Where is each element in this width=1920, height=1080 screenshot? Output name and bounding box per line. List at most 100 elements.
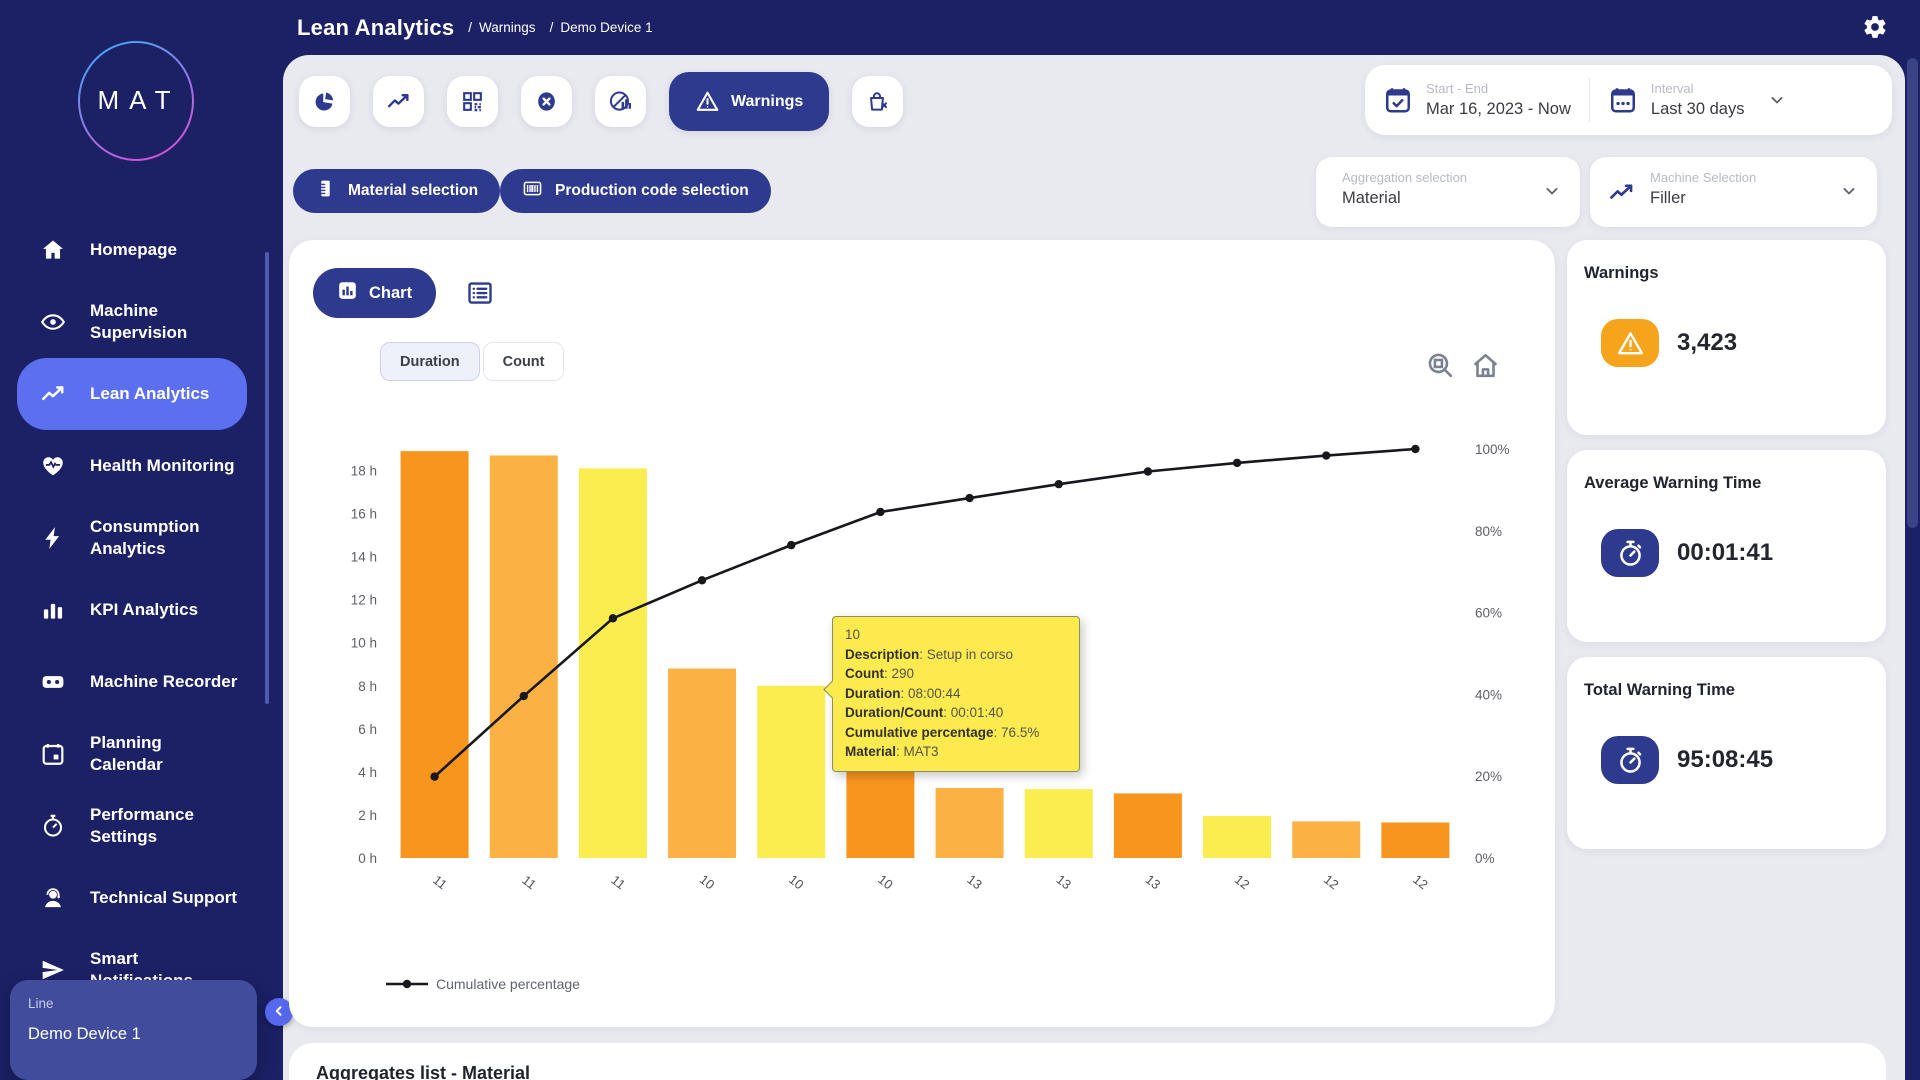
x-axis-label: 11 [430, 872, 450, 892]
cancel-button[interactable] [521, 76, 572, 127]
sidebar-item-kpi-analytics[interactable]: KPI Analytics [17, 574, 247, 646]
right-axis-tick: 40% [1475, 687, 1502, 702]
sidebar-item-lean-analytics[interactable]: Lean Analytics [17, 358, 247, 430]
stat-title: Warnings [1584, 264, 1866, 283]
cumulative-point[interactable] [1411, 445, 1419, 453]
left-axis-tick: 10 h [351, 636, 377, 651]
scrollbar-thumb[interactable] [1907, 58, 1918, 528]
tooltip-row: Count: 290 [845, 664, 1067, 684]
eye-icon [40, 309, 66, 335]
cumulative-point[interactable] [1144, 467, 1152, 475]
calendar-check-icon [1383, 85, 1413, 115]
app-root: Lean Analytics /Warnings /Demo Device 1 … [0, 0, 1920, 1080]
sidebar-item-label: Planning Calendar [90, 732, 163, 776]
left-axis-tick: 8 h [358, 679, 377, 694]
material-selection-button[interactable]: Material selection [293, 169, 500, 213]
no-data-button[interactable] [595, 76, 646, 127]
sidebar-item-machine-supervision[interactable]: Machine Supervision [17, 286, 247, 358]
sidebar-item-technical-support[interactable]: Technical Support [17, 862, 247, 934]
left-axis-tick: 0 h [358, 851, 377, 866]
sidebar-item-label: Health Monitoring [90, 455, 234, 477]
pareto-bar[interactable] [401, 451, 469, 858]
pareto-bar[interactable] [490, 455, 558, 858]
toggle-duration[interactable]: Duration [380, 342, 480, 381]
left-axis-tick: 18 h [351, 464, 377, 479]
sidebar-item-health-monitoring[interactable]: Health Monitoring [17, 430, 247, 502]
cumulative-point[interactable] [698, 576, 706, 584]
qr-code-button[interactable] [447, 76, 498, 127]
sidebar-item-performance-settings[interactable]: Performance Settings [17, 790, 247, 862]
pareto-bar[interactable] [1025, 789, 1093, 858]
cumulative-point[interactable] [430, 772, 438, 780]
stat-card-warnings: Warnings3,423 [1567, 240, 1886, 435]
pie-chart-button[interactable] [299, 76, 350, 127]
pareto-bar[interactable] [936, 788, 1004, 858]
toggle-count[interactable]: Count [483, 342, 565, 381]
trend-icon [1608, 179, 1635, 206]
trend-button[interactable] [373, 76, 424, 127]
x-axis-label: 12 [1321, 872, 1342, 893]
x-axis-label: 11 [519, 872, 539, 892]
x-axis-label: 11 [608, 872, 628, 892]
pareto-bar[interactable] [579, 468, 647, 858]
pareto-bar[interactable] [1114, 793, 1182, 858]
cumulative-point[interactable] [787, 541, 795, 549]
tooltip-row: Description: Setup in corso [845, 645, 1067, 665]
pareto-bar[interactable] [668, 669, 736, 858]
legend-label[interactable]: Cumulative percentage [436, 976, 580, 992]
pareto-bar[interactable] [1381, 822, 1449, 858]
warning-triangle-icon [1601, 319, 1659, 367]
sidebar-item-label: Performance Settings [90, 804, 194, 848]
sidebar-item-consumption-analytics[interactable]: Consumption Analytics [17, 502, 247, 574]
cumulative-point[interactable] [1055, 480, 1063, 488]
pareto-bar[interactable] [1292, 821, 1360, 858]
x-axis-label: 10 [697, 872, 718, 893]
cumulative-point[interactable] [609, 614, 617, 622]
chart-view-button[interactable]: Chart [313, 268, 436, 318]
settings-gear-icon[interactable] [1862, 14, 1888, 40]
reset-home-icon[interactable] [1470, 350, 1501, 381]
home-icon [40, 237, 66, 263]
date-range-container: Start - End Mar 16, 2023 - Now Interval … [1365, 65, 1892, 135]
cumulative-point[interactable] [520, 692, 528, 700]
sidebar-item-machine-recorder[interactable]: Machine Recorder [17, 646, 247, 718]
pareto-bar[interactable] [757, 686, 825, 858]
breadcrumb-device[interactable]: /Demo Device 1 [550, 20, 653, 35]
sidebar-item-label: Consumption Analytics [90, 516, 200, 560]
tooltip-row: Duration/Count: 00:01:40 [845, 703, 1067, 723]
start-end-field[interactable]: Start - End Mar 16, 2023 - Now [1365, 81, 1589, 119]
trend-icon [40, 381, 66, 407]
aggregation-select[interactable]: Aggregation selection Material [1316, 157, 1580, 227]
heart-pulse-icon [40, 453, 66, 479]
sidebar-nav: HomepageMachine SupervisionLean Analytic… [0, 214, 283, 1006]
sidebar-item-homepage[interactable]: Homepage [17, 214, 247, 286]
right-axis-tick: 100% [1475, 442, 1510, 457]
production-code-selection-button[interactable]: Production code selection [500, 169, 771, 213]
chart-toolbox [1425, 350, 1501, 381]
pareto-bar[interactable] [1203, 816, 1271, 858]
page-scrollbar[interactable] [1905, 0, 1920, 1080]
zoom-select-icon[interactable] [1425, 350, 1456, 381]
table-view-button[interactable] [465, 278, 495, 308]
x-axis-label: 10 [786, 872, 807, 893]
left-axis-tick: 4 h [358, 765, 377, 780]
sidebar-item-planning-calendar[interactable]: Planning Calendar [17, 718, 247, 790]
stat-value: 00:01:41 [1677, 539, 1773, 567]
warnings-button[interactable]: Warnings [669, 72, 829, 131]
cancel-circle-icon [534, 89, 559, 114]
stopwatch-icon [1601, 736, 1659, 784]
sidebar-scrollbar[interactable] [265, 252, 269, 704]
cumulative-point[interactable] [965, 494, 973, 502]
right-axis-tick: 20% [1475, 769, 1502, 784]
interval-field[interactable]: Interval Last 30 days [1590, 81, 1806, 119]
cumulative-point[interactable] [876, 508, 884, 516]
stat-value: 95:08:45 [1677, 746, 1773, 774]
stat-title: Total Warning Time [1584, 681, 1866, 700]
pie-chart-icon [312, 89, 337, 114]
cumulative-point[interactable] [1322, 451, 1330, 459]
cumulative-point[interactable] [1233, 459, 1241, 467]
lost-production-button[interactable] [852, 76, 903, 127]
breadcrumb-warnings[interactable]: /Warnings [468, 20, 535, 35]
machine-select[interactable]: Machine Selection Filler [1590, 157, 1877, 227]
header: Lean Analytics /Warnings /Demo Device 1 [297, 0, 653, 55]
